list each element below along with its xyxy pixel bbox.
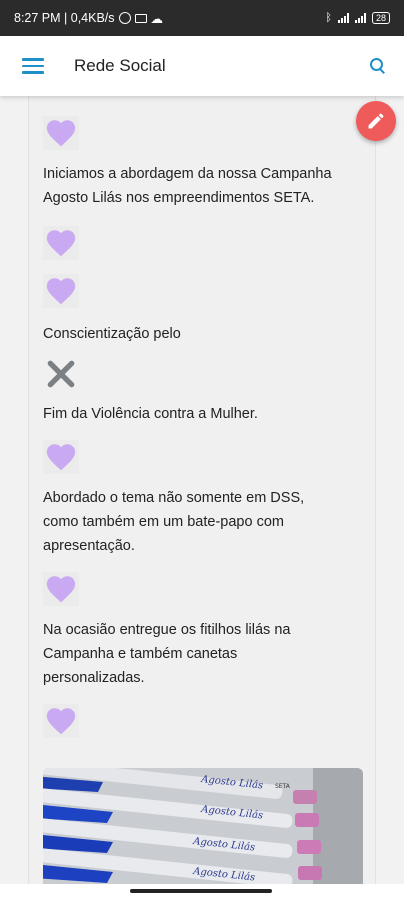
post-text-line: Agosto Lilás nos empreendimentos SETA. — [43, 190, 315, 206]
heart-icon — [43, 274, 79, 308]
post-text-line: Na ocasião entregue os fitilhos lilás na — [43, 622, 291, 638]
photo-caption-small: SETA — [275, 783, 291, 790]
screen-icon — [134, 13, 147, 23]
cross-mark-icon — [43, 356, 79, 392]
bluetooth-icon: ᛒ — [325, 12, 332, 24]
pencil-icon — [368, 113, 384, 129]
post-text-line: Conscientização pelo — [43, 326, 181, 342]
app-bar: Rede Social — [0, 36, 404, 96]
signal-icon-2 — [354, 13, 366, 23]
status-time: 8:27 PM | 0,4KB/s — [14, 11, 115, 25]
home-indicator[interactable] — [130, 889, 272, 893]
battery-icon: 28 — [371, 12, 390, 24]
heart-icon — [43, 440, 79, 474]
post-text-line: apresentação. — [43, 538, 135, 554]
post-text-line: Fim da Violência contra a Mulher. — [43, 406, 258, 422]
alarm-icon — [118, 12, 131, 24]
signal-icon — [337, 13, 349, 23]
menu-icon[interactable] — [22, 58, 44, 74]
post-text-line: personalizadas. — [43, 670, 145, 686]
page-title: Rede Social — [74, 56, 166, 75]
search-icon[interactable] — [370, 58, 386, 74]
edit-fab-button[interactable] — [356, 101, 396, 141]
post-text-line: Abordado o tema não somente em DSS, — [43, 490, 305, 506]
post-photo[interactable]: Agosto Lilás Agosto Lilás Agosto Lilás A… — [43, 768, 363, 888]
post-text-line: Iniciamos a abordagem da nossa Campanha — [43, 166, 332, 182]
post-text-line: Campanha e também canetas — [43, 646, 238, 662]
heart-icon — [43, 704, 79, 738]
system-nav-bar — [0, 884, 404, 900]
heart-icon — [43, 572, 79, 606]
post-card: Iniciamos a abordagem da nossa Campanha … — [28, 96, 376, 888]
cloud-icon: ☁ — [150, 11, 164, 26]
post-text-line: como também em um bate-papo com — [43, 514, 284, 530]
status-bar: 8:27 PM | 0,4KB/s ☁ ᛒ 28 — [0, 0, 404, 36]
heart-icon — [43, 226, 79, 260]
heart-icon — [43, 116, 79, 150]
